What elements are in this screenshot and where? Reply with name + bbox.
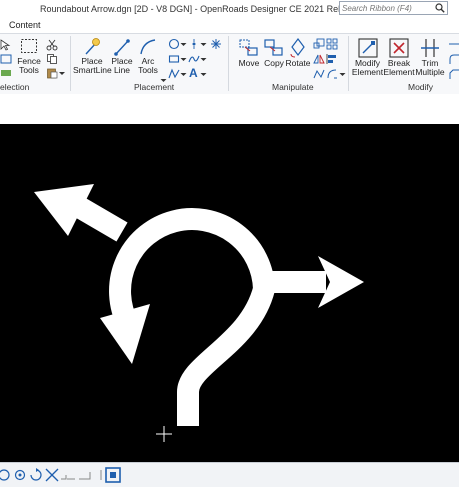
paste-icon[interactable] (46, 67, 58, 79)
view-toolbar (0, 462, 459, 487)
group-separator (228, 36, 229, 91)
copy-element-icon (264, 39, 283, 56)
fence-tools-label-2: Tools (19, 65, 39, 75)
drawing-canvas[interactable] (0, 124, 459, 462)
rotate-icon (290, 38, 305, 58)
select-all-icon[interactable] (0, 53, 12, 65)
update-view-icon[interactable] (12, 467, 28, 483)
polyline-tool-icon[interactable] (168, 68, 180, 80)
roundabout-arrow-drawing (34, 184, 364, 442)
crosshair-cursor (156, 426, 172, 442)
circle-dropdown-icon[interactable] (180, 38, 187, 50)
chamfer-icon[interactable] (448, 68, 459, 80)
ribbon-tab-bar: Content (0, 18, 459, 33)
trim-multiple-button[interactable]: Trim Multiple (414, 37, 446, 77)
stretch-icon[interactable] (313, 68, 325, 80)
copy-label: Copy (264, 58, 284, 68)
fillet-icon[interactable] (448, 53, 459, 65)
fit-view-icon[interactable] (44, 467, 60, 483)
circle-tool-icon[interactable] (168, 38, 180, 50)
group-separator (70, 36, 71, 91)
search-ribbon-input[interactable] (342, 2, 430, 14)
window-area-icon[interactable] (60, 467, 76, 483)
move-icon (239, 39, 258, 56)
line-icon (114, 39, 130, 56)
break-element-label-2: Element (383, 67, 415, 77)
search-ribbon-box[interactable] (339, 1, 448, 15)
manipulate-dropdown-icon[interactable] (339, 68, 346, 80)
place-smartline-label-2: SmartLine (73, 65, 112, 75)
group-label-manipulate: Manipulate (272, 82, 314, 92)
fence-icon (21, 39, 37, 53)
previous-view-icon[interactable] (78, 467, 94, 483)
window-title: Roundabout Arrow.dgn [2D - V8 DGN] - Ope… (40, 4, 368, 14)
group-label-modify: Modify (408, 82, 434, 92)
ribbon: Fence Tools election Place SmartLine Pla… (0, 33, 459, 95)
modify-element-icon (357, 38, 378, 58)
trim-multiple-label-2: Multiple (415, 67, 445, 77)
arc-tools-label-2: Tools (138, 65, 158, 75)
smartline-icon (85, 38, 100, 55)
point-dropdown-icon[interactable] (200, 38, 207, 50)
text-dropdown-icon[interactable] (200, 68, 207, 80)
point-tool-icon[interactable] (188, 38, 200, 50)
scale-icon[interactable] (313, 38, 325, 50)
place-line-button[interactable]: Place Line (110, 37, 134, 75)
break-element-button[interactable]: Break Element (383, 37, 415, 77)
return-arrowhead (100, 304, 150, 364)
group-label-selection: election (0, 82, 30, 92)
modify-element-label-2: Element (351, 67, 384, 77)
modify-element-button[interactable]: Modify Element (351, 37, 384, 77)
rectangle-dropdown-icon[interactable] (180, 53, 187, 65)
spin-icon[interactable] (326, 68, 338, 80)
arc-tools-button[interactable]: Arc Tools (135, 37, 161, 75)
arc-icon (140, 39, 156, 55)
curve-tool-icon[interactable] (188, 53, 200, 65)
extend-icon[interactable] (448, 38, 459, 50)
group-separator (348, 36, 349, 91)
rotate-view-icon[interactable] (28, 467, 44, 483)
cut-icon[interactable] (46, 39, 58, 51)
align-icon[interactable] (326, 53, 338, 65)
tab-content[interactable]: Content (9, 20, 41, 30)
trim-multiple-icon (421, 39, 439, 57)
view-settings-icon[interactable] (0, 467, 12, 483)
curve-dropdown-icon[interactable] (200, 53, 207, 65)
break-element-icon (389, 38, 409, 58)
view-attributes-icon[interactable] (104, 466, 122, 484)
rotate-label: Rotate (285, 58, 311, 68)
copy-button[interactable]: Copy (262, 37, 286, 68)
move-button[interactable]: Move (236, 37, 262, 68)
polyline-dropdown-icon[interactable] (180, 68, 187, 80)
paste-dropdown-icon[interactable] (58, 67, 66, 79)
copy-clipboard-icon[interactable] (46, 53, 58, 65)
rectangle-tool-icon[interactable] (168, 53, 180, 65)
selection-filter-icon[interactable] (0, 67, 12, 79)
rotate-button[interactable]: Rotate (285, 37, 311, 68)
fence-tools-button[interactable]: Fence Tools (15, 37, 43, 75)
array-icon[interactable] (326, 38, 338, 50)
place-line-label-2: Line (113, 65, 131, 75)
view-header-area (0, 94, 459, 124)
pattern-icon[interactable] (210, 38, 222, 50)
place-smartline-button[interactable]: Place SmartLine (73, 37, 112, 75)
search-icon[interactable] (435, 3, 445, 13)
move-label: Move (238, 58, 260, 68)
select-element-icon[interactable] (0, 39, 12, 51)
mirror-icon[interactable] (313, 53, 325, 65)
group-label-placement: Placement (134, 82, 175, 92)
title-bar: Roundabout Arrow.dgn [2D - V8 DGN] - Ope… (0, 0, 459, 18)
